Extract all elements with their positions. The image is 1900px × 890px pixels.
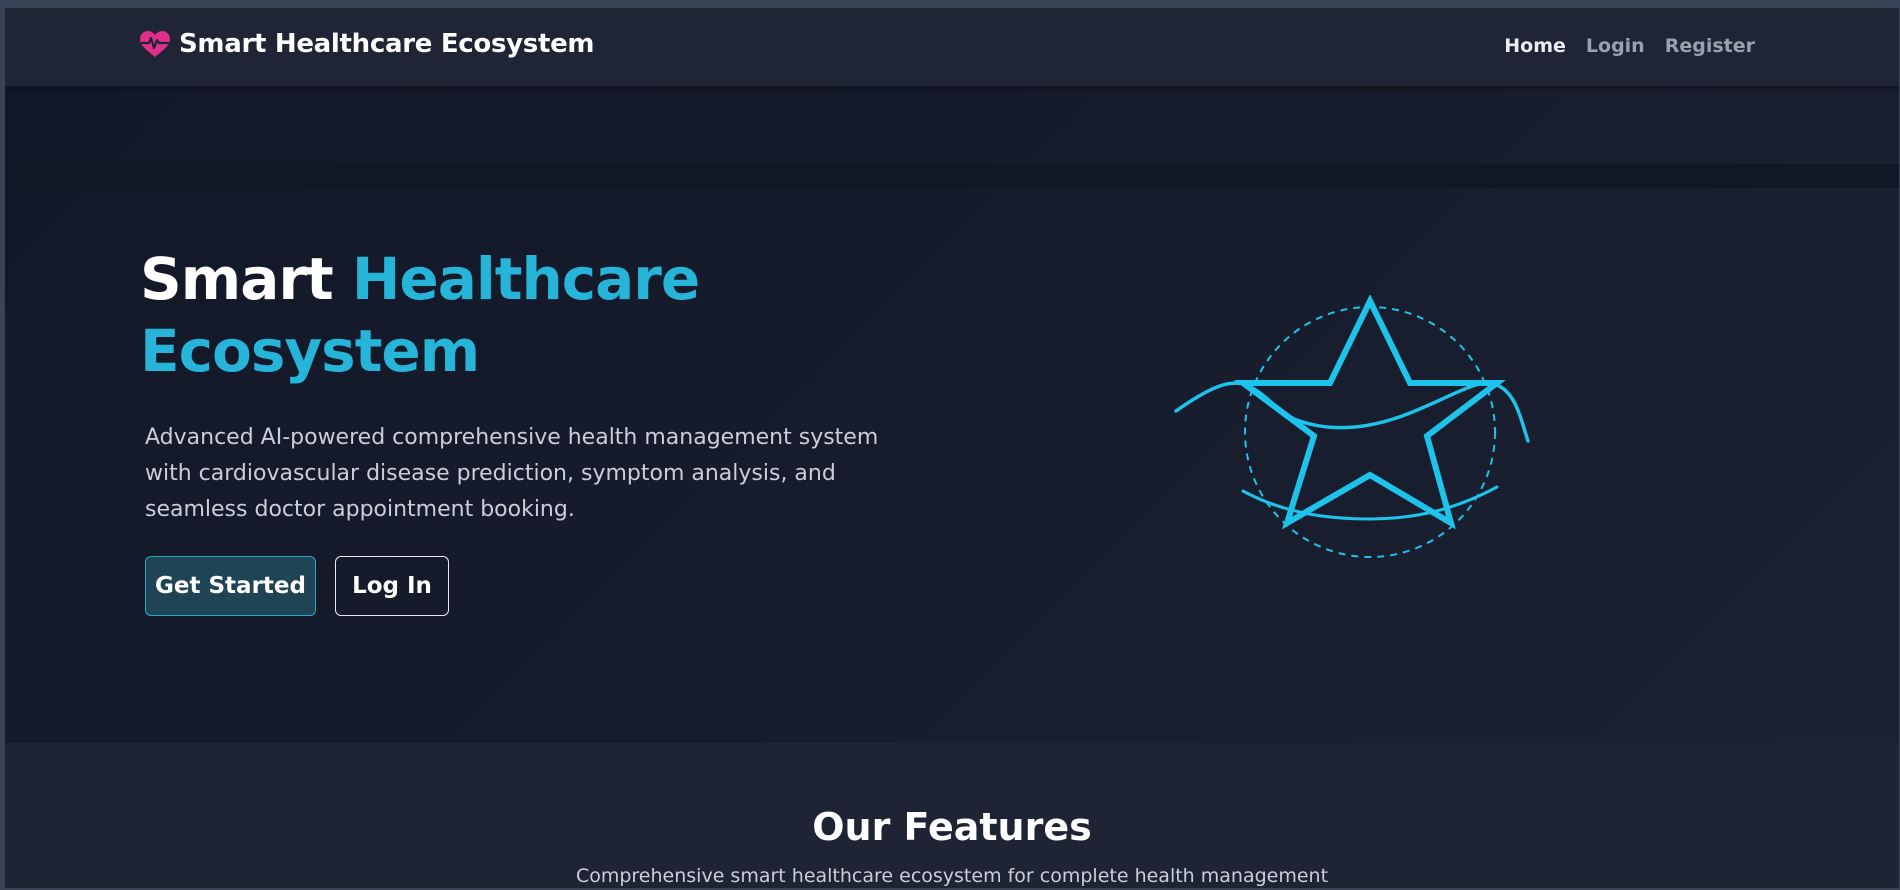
nav-link-login[interactable]: Login (1586, 35, 1645, 57)
brand-link[interactable]: Smart Healthcare Ecosystem (139, 29, 595, 59)
features-section: Our Features Comprehensive smart healthc… (5, 743, 1899, 888)
features-subtitle: Comprehensive smart healthcare ecosystem… (575, 865, 1329, 887)
hero-title-plain: Smart (140, 245, 352, 313)
navbar-underlay (5, 164, 1899, 188)
nav-link-home[interactable]: Home (1504, 35, 1566, 57)
hero-section: Smart Healthcare Ecosystem Advanced AI-p… (5, 86, 1899, 743)
log-in-button[interactable]: Log In (335, 556, 449, 616)
features-title: Our Features (812, 805, 1092, 849)
brand-name: Smart Healthcare Ecosystem (179, 29, 595, 59)
star-wave-icon (1174, 295, 1530, 558)
get-started-button[interactable]: Get Started (145, 556, 316, 616)
nav-links: Home Login Register (1504, 35, 1755, 57)
hero-description: Advanced AI-powered comprehensive health… (145, 425, 879, 522)
heart-pulse-icon (140, 31, 170, 57)
navbar: Smart Healthcare Ecosystem Home Login Re… (5, 8, 1899, 86)
browser-viewport: Smart Healthcare Ecosystem Home Login Re… (5, 8, 1899, 888)
hero-title: Smart Healthcare Ecosystem (140, 243, 840, 387)
nav-link-register[interactable]: Register (1665, 35, 1755, 57)
